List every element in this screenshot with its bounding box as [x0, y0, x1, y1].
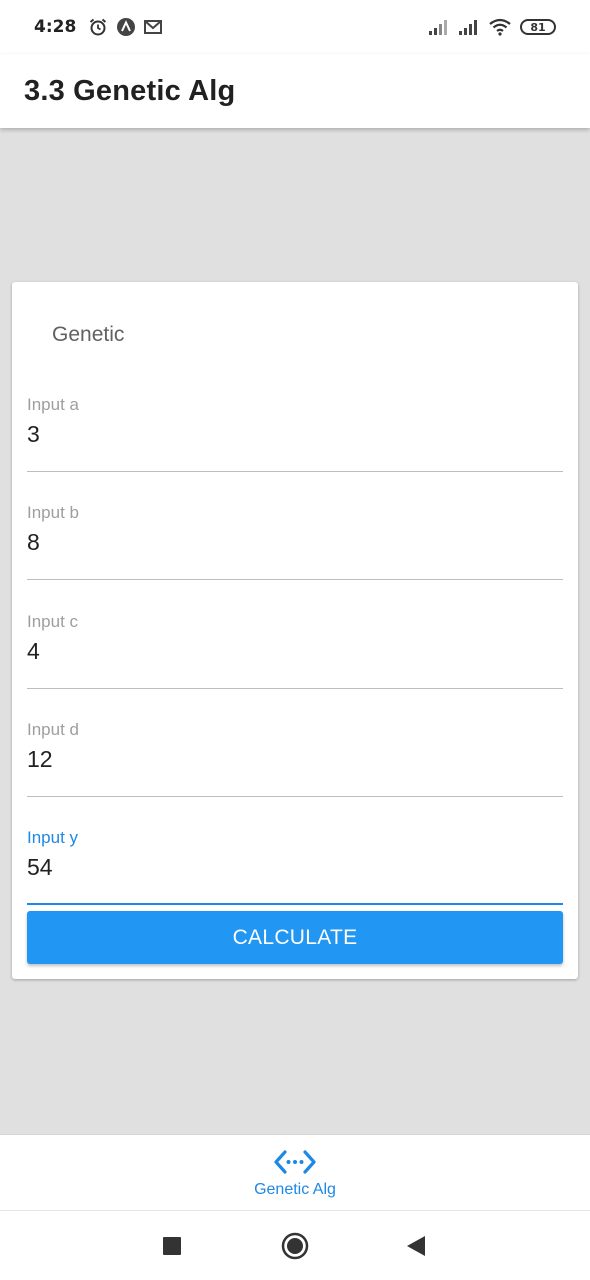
status-bar: 4:28 81: [0, 0, 590, 54]
input-a-field[interactable]: Input a 3: [27, 395, 563, 472]
signal-icon: [459, 20, 477, 35]
genetic-form-card: Genetic Input a 3 Input b 8 Input c 4 In…: [12, 282, 578, 979]
page-title: 3.3 Genetic Alg: [24, 74, 236, 107]
status-time: 4:28: [34, 17, 77, 37]
back-icon[interactable]: [405, 1235, 427, 1257]
app-bar: 3.3 Genetic Alg: [0, 54, 590, 128]
input-b-label: Input b: [27, 503, 79, 522]
gmail-icon: [144, 20, 163, 34]
system-navigation-bar: [0, 1210, 590, 1280]
input-y-field[interactable]: Input y 54: [27, 828, 563, 905]
card-title: Genetic: [52, 323, 125, 346]
wifi-icon: [489, 18, 511, 36]
alarm-icon: [90, 18, 107, 36]
battery-icon: 81: [520, 19, 556, 35]
nav-item-genetic-alg[interactable]: Genetic Alg: [195, 1135, 395, 1211]
input-a-label: Input a: [27, 395, 79, 414]
app-notification-icon: [117, 18, 136, 36]
input-b-field[interactable]: Input b 8: [27, 503, 563, 580]
nav-label: Genetic Alg: [254, 1181, 336, 1198]
input-d-field[interactable]: Input d 12: [27, 720, 563, 797]
calculate-button[interactable]: CALCULATE: [27, 911, 563, 964]
input-c-field[interactable]: Input c 4: [27, 612, 563, 689]
input-b-value[interactable]: 8: [27, 529, 563, 556]
battery-level: 81: [530, 20, 546, 34]
input-y-label: Input y: [27, 828, 79, 847]
home-icon[interactable]: [281, 1232, 309, 1260]
input-y-value[interactable]: 54: [27, 854, 563, 881]
bottom-navigation: Genetic Alg: [0, 1134, 590, 1210]
input-d-value[interactable]: 12: [27, 746, 563, 773]
input-a-value[interactable]: 3: [27, 421, 563, 448]
recents-icon[interactable]: [163, 1237, 181, 1255]
input-c-value[interactable]: 4: [27, 638, 563, 665]
code-arrows-icon: [274, 1150, 316, 1174]
signal-icon: [429, 20, 447, 35]
input-c-label: Input c: [27, 612, 79, 631]
input-d-label: Input d: [27, 720, 79, 739]
